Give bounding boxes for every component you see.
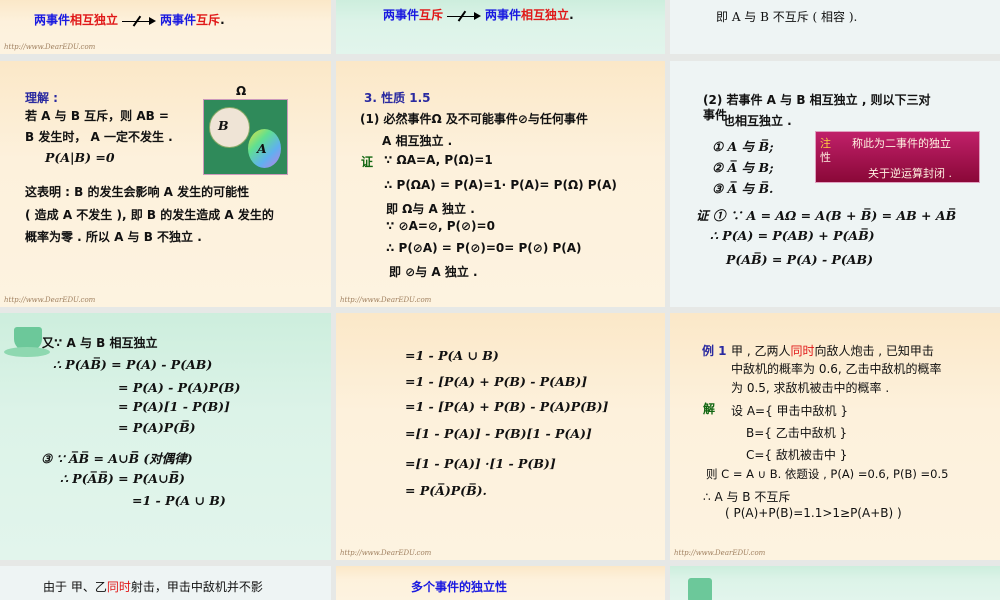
slide-proof-continued[interactable]: 又∵ A 与 B 相互独立 ∴ P(AB̅) = P(A) - P(AB) = … bbox=[0, 313, 331, 560]
slide-property-2[interactable]: (2) 若事件 A 与 B 相互独立 , 则以下三对 事件 也相互独立 . ① … bbox=[670, 61, 1000, 307]
label-b: B bbox=[218, 118, 229, 133]
slide-title: 多个事件的独立性 bbox=[411, 580, 508, 594]
watermark-url: http://www.DearEDU.com bbox=[4, 296, 96, 304]
pair-item: ① A 与 B̅; bbox=[712, 139, 774, 154]
formula: ∴ P(A̅B̅) = P(A∪B̅̅̅) bbox=[60, 471, 185, 486]
text-line: B 发生时， A 一定不发生 . bbox=[25, 130, 173, 144]
watermark-url: http://www.DearEDU.com bbox=[674, 549, 766, 557]
slide-top-middle[interactable]: 两事件互斥 两事件相互独立. bbox=[336, 0, 665, 54]
text-line: (1) 必然事件Ω 及不可能事件⊘与任何事件 bbox=[360, 112, 588, 126]
text: 互斥 bbox=[419, 8, 444, 22]
text: . bbox=[569, 8, 574, 22]
formula: ∴ P(A) = P(AB) + P(AB̅) bbox=[710, 228, 875, 243]
pair-item: ② A̅ 与 B; bbox=[712, 160, 774, 175]
text: 互斥 bbox=[196, 13, 221, 27]
text: . bbox=[220, 13, 225, 27]
label-a: A bbox=[257, 141, 267, 156]
formula: =1 - [P(A) + P(B) - P(A)P(B)] bbox=[405, 399, 609, 414]
formula: =1 - [P(A) + P(B) - P(AB)] bbox=[405, 374, 588, 389]
text-line: ( 造成 A 不发生 ), 即 B 的发生造成 A 发生的 bbox=[25, 208, 274, 222]
text-line: ∴ P(ΩA) = P(A)=1· P(A)= P(Ω) P(A) bbox=[384, 178, 617, 192]
formula: = P(A)[1 - P(B)] bbox=[118, 399, 230, 414]
watermark-url: http://www.DearEDU.com bbox=[4, 43, 96, 51]
solution-label: 解 bbox=[703, 402, 716, 416]
text: 向敌人炮击 , 已知甲击 bbox=[814, 344, 934, 358]
formula: P(AB̅) = P(A) - P(AB) bbox=[726, 252, 873, 267]
text: 相互独立 bbox=[521, 8, 570, 22]
text-line: 设 A={ 甲击中敌机 } bbox=[731, 404, 848, 418]
slide-title: 理解 : bbox=[25, 91, 58, 105]
slide-proof-derivation[interactable]: =1 - P(A ∪ B) =1 - [P(A) + P(B) - P(AB)]… bbox=[336, 313, 665, 560]
text-line: ( P(A)+P(B)=1.1>1≥P(A+B) ) bbox=[725, 506, 902, 520]
text-line: 则 C = A ∪ B. 依题设 , P(A) =0.6, P(B) =0.5 bbox=[706, 467, 949, 481]
text: 同时 bbox=[790, 344, 815, 358]
text: 两事件 bbox=[160, 13, 197, 27]
text-line: 即 ⊘与 A 独立 . bbox=[389, 265, 478, 279]
slide-example-1[interactable]: 例 1 甲 , 乙两人同时向敌人炮击 , 已知甲击 中敌机的概率为 0.6, 乙… bbox=[670, 313, 1000, 560]
formula: =[1 - P(A)] ·[1 - P(B)] bbox=[405, 456, 556, 471]
note-text: 称此为二事件的独立 bbox=[852, 137, 951, 150]
text-line: 为 0.5, 求敌机被击中的概率 . bbox=[731, 381, 890, 395]
slide-top-left[interactable]: 两事件相互独立 两事件互斥. http://www.DearEDU.com bbox=[0, 0, 331, 54]
slide-bottom-right[interactable] bbox=[670, 566, 1000, 600]
text: 两事件 bbox=[34, 13, 71, 27]
text: 射击，甲击中敌机并不影 bbox=[130, 580, 263, 594]
text-line: ∵ ⊘A=⊘, P(⊘)=0 bbox=[386, 219, 495, 233]
proof-label: 证 bbox=[361, 155, 374, 169]
text-line: ∴ P(⊘A) = P(⊘)=0= P(⊘) P(A) bbox=[386, 241, 582, 255]
example-label: 例 1 bbox=[702, 344, 727, 358]
bottom-statement: 由于 甲、乙同时射击，甲击中敌机并不影 bbox=[43, 580, 263, 595]
formula: = P(A) - P(A)P(B) bbox=[118, 380, 241, 395]
text-line: 即 Ω与 A 独立 . bbox=[386, 202, 475, 216]
slide-property-1-5[interactable]: 3. 性质 1.5 (1) 必然事件Ω 及不可能事件⊘与任何事件 A 相互独立 … bbox=[336, 61, 665, 307]
not-implies-arrow-icon bbox=[447, 10, 482, 21]
text-line: (2) 若事件 A 与 B 相互独立 , 则以下三对 bbox=[703, 93, 931, 107]
not-implies-arrow-icon bbox=[122, 15, 157, 26]
pair-item: ③ A̅ 与 B̅. bbox=[712, 181, 774, 196]
event-b-circle bbox=[209, 107, 250, 148]
formula: = P(A̅)P(B̅). bbox=[405, 483, 487, 498]
text-line: B={ 乙击中敌机 } bbox=[746, 426, 848, 440]
formula: =1 - P(A ∪ B) bbox=[132, 493, 226, 508]
text-line: ∴ A 与 B 不互斥 bbox=[703, 490, 791, 504]
slide-bottom-left[interactable]: 由于 甲、乙同时射击，甲击中敌机并不影 bbox=[0, 566, 331, 600]
formula: ③ ∵ A̅B̅ = A∪B̅̅̅ (对偶律) bbox=[41, 451, 193, 466]
text: 两事件 bbox=[485, 8, 522, 22]
text-line: 若 A 与 B 互斥，则 AB = bbox=[25, 109, 169, 123]
text: 由于 甲、乙 bbox=[43, 580, 107, 594]
formula: = P(A)P(B̅) bbox=[118, 420, 196, 435]
omega-label: Ω bbox=[236, 84, 247, 98]
text-line: A 相互独立 . bbox=[382, 134, 453, 148]
teacup-icon bbox=[680, 578, 720, 600]
text-line: ∵ ΩA=A, P(Ω)=1 bbox=[384, 153, 493, 167]
statement: 即 A 与 B 不互斥 ( 相容 ). bbox=[716, 10, 858, 24]
watermark-url: http://www.DearEDU.com bbox=[340, 549, 432, 557]
formula: ∴ P(AB̅) = P(A) - P(AB) bbox=[53, 357, 213, 372]
text-line: 中敌机的概率为 0.6, 乙击中敌机的概率 bbox=[731, 362, 942, 376]
slide-title: 3. 性质 1.5 bbox=[364, 91, 431, 105]
text: 两事件 bbox=[383, 8, 420, 22]
text: 同时 bbox=[106, 580, 131, 594]
text: 相互独立 bbox=[70, 13, 119, 27]
formula: 证 ① ∵ A = AΩ = A(B + B̅) = AB + AB̅ bbox=[696, 208, 957, 223]
formula: P(A|B) =0 bbox=[45, 150, 115, 165]
slide-understanding[interactable]: 理解 : 若 A 与 B 互斥，则 AB = B 发生时， A 一定不发生 . … bbox=[0, 61, 331, 307]
watermark-url: http://www.DearEDU.com bbox=[340, 296, 432, 304]
formula: =1 - P(A ∪ B) bbox=[405, 348, 499, 363]
venn-diagram: B A bbox=[203, 99, 288, 175]
text-line: 概率为零 . 所以 A 与 B 不独立 . bbox=[25, 230, 202, 244]
statement: 两事件互斥 两事件相互独立. bbox=[383, 6, 574, 23]
statement: 两事件相互独立 两事件互斥. bbox=[34, 11, 225, 28]
text-line: 也相互独立 . bbox=[723, 114, 792, 128]
text-line: 又∵ A 与 B 相互独立 bbox=[42, 336, 158, 350]
text-line: C={ 敌机被击中 } bbox=[746, 448, 848, 462]
note-text: 关于逆运算封闭 . bbox=[868, 167, 952, 180]
text-line: 这表明 : B 的发生会影响 A 发生的可能性 bbox=[25, 185, 250, 199]
note-text: 性 bbox=[820, 151, 831, 164]
note-box: 注 称此为二事件的独立 性 关于逆运算封闭 . bbox=[815, 131, 980, 183]
slide-bottom-middle[interactable]: 多个事件的独立性 bbox=[336, 566, 665, 600]
text: 甲 , 乙两人 bbox=[731, 344, 791, 358]
formula: =[1 - P(A)] - P(B)[1 - P(A)] bbox=[405, 426, 592, 441]
slide-top-right[interactable]: 即 A 与 B 不互斥 ( 相容 ). bbox=[670, 0, 1000, 54]
